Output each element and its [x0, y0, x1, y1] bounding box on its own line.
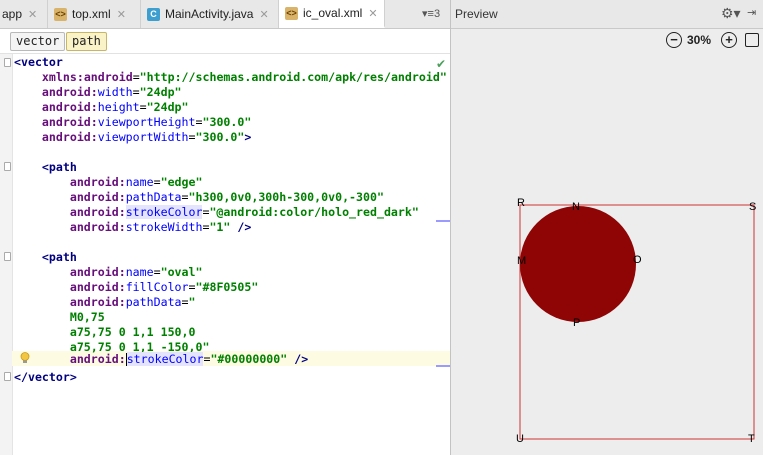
fold-marker-icon[interactable] [4, 58, 11, 67]
oval-circle [520, 206, 636, 322]
code-line-11: android:strokeColor="@android:color/holo… [69, 205, 419, 219]
tab-top-xml[interactable]: <> top.xml ✕ [48, 0, 141, 28]
close-icon[interactable]: ✕ [259, 8, 268, 21]
label-n: N [572, 201, 580, 213]
preview-pane: Preview ⚙▾ ⇥ − 30% + R N S M O P U T [451, 0, 763, 455]
tab-overflow-count: 3 [433, 8, 441, 20]
label-p: P [573, 317, 580, 329]
code-line-15: android:name="oval" [69, 265, 203, 279]
code-line-22: </vector> [14, 370, 77, 384]
xml-file-icon: <> [285, 6, 298, 20]
code-line-21: android:strokeColor="#00000000" /> [69, 352, 309, 366]
vector-preview-canvas: R N S M O P U T [516, 197, 756, 445]
tab-ic-oval-xml[interactable]: <> ic_oval.xml ✕ [279, 0, 385, 28]
java-class-icon: C [147, 7, 160, 21]
code-line-17: android:pathData=" [69, 295, 196, 309]
label-r: R [517, 197, 525, 209]
code-editor[interactable]: ✔ <vector xmlns:android="http://schemas.… [0, 54, 450, 455]
code-line-5: android:viewportHeight="300.0" [41, 115, 252, 129]
label-u: U [516, 433, 524, 445]
breadcrumb-path[interactable]: path [66, 32, 107, 51]
tab-app[interactable]: app ✕ [0, 0, 48, 28]
code-line-14: <path [41, 250, 77, 264]
xml-file-icon: <> [54, 7, 67, 21]
fold-marker-icon[interactable] [4, 252, 11, 261]
tab-label: MainActivity.java [165, 7, 254, 21]
code-line-1: <vector [14, 55, 63, 69]
label-o: O [633, 254, 642, 266]
fold-marker-icon[interactable] [4, 372, 11, 381]
label-t: T [748, 433, 755, 445]
tab-overflow-button[interactable]: ▾≡3 [422, 7, 440, 20]
code-line-16: android:fillColor="#8F0505" [69, 280, 259, 294]
code-line-18: M0,75 [69, 310, 105, 324]
close-icon[interactable]: ✕ [368, 7, 377, 20]
label-m: M [517, 255, 526, 267]
code-line-3: android:width="24dp" [41, 85, 182, 99]
code-line-12: android:strokeWidth="1" /> [69, 220, 252, 234]
close-icon[interactable]: ✕ [28, 8, 37, 21]
code-line-8: <path [41, 160, 77, 174]
code-line-2: xmlns:android="http://schemas.android.co… [41, 70, 447, 84]
breadcrumb: vector path [0, 29, 450, 54]
checkmark-icon: ✔ [436, 57, 447, 71]
code-line-6: android:viewportWidth="300.0"> [41, 130, 252, 144]
scroll-marker [436, 365, 450, 367]
close-icon[interactable]: ✕ [117, 8, 126, 21]
tab-label: app [2, 7, 23, 21]
editor-tab-bar: app ✕ <> top.xml ✕ C MainActivity.java ✕… [0, 0, 450, 29]
code-line-4: android:height="24dp" [41, 100, 189, 114]
tab-mainactivity-java[interactable]: C MainActivity.java ✕ [141, 0, 279, 28]
fold-marker-icon[interactable] [4, 162, 11, 171]
code-line-19: a75,75 0 1,1 150,0 [69, 325, 196, 339]
tab-label: top.xml [72, 7, 111, 21]
scroll-marker [436, 220, 450, 222]
tab-label: ic_oval.xml [303, 6, 363, 20]
code-line-10: android:pathData="h300,0v0,300h-300,0v0,… [69, 190, 384, 204]
code-line-9: android:name="edge" [69, 175, 203, 189]
label-s: S [749, 201, 756, 213]
breadcrumb-vector[interactable]: vector [10, 32, 66, 51]
